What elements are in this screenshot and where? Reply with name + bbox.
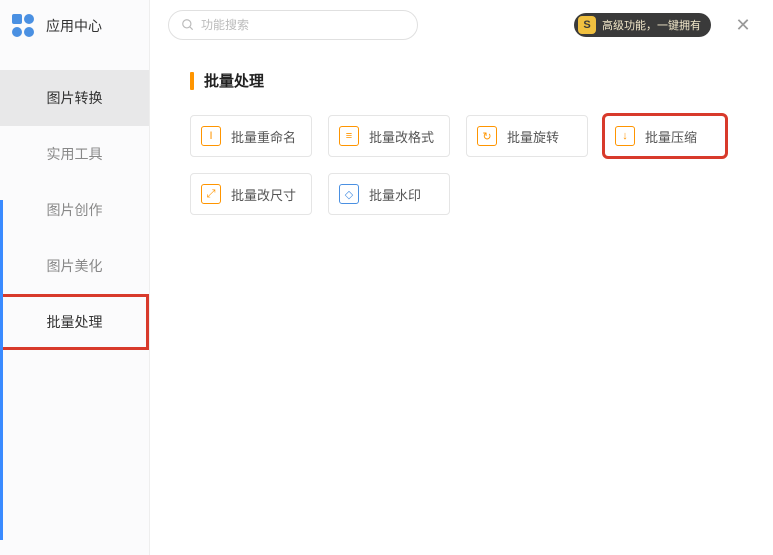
tile-batch-watermark[interactable]: ◇ 批量水印 bbox=[328, 173, 450, 215]
batch-watermark-icon: ◇ bbox=[339, 184, 359, 204]
promo-pill[interactable]: S 高级功能，一键拥有 bbox=[574, 13, 711, 37]
batch-format-icon: ≡ bbox=[339, 126, 359, 146]
tile-batch-rotate[interactable]: ↻ 批量旋转 bbox=[466, 115, 588, 157]
content: 批量处理 I 批量重命名 ≡ 批量改格式 ↻ 批量旋转 ↓ 批量压缩 ⤢ 批量改尺寸 ◇ 批量水印 bbox=[150, 50, 773, 235]
tile-label: 批量旋转 bbox=[507, 127, 559, 146]
batch-compress-icon: ↓ bbox=[615, 126, 635, 146]
tile-label: 批量改格式 bbox=[369, 127, 434, 146]
tile-label: 批量水印 bbox=[369, 185, 421, 204]
search-icon bbox=[181, 18, 195, 32]
sidebar: 应用中心 图片转换 实用工具 图片创作 图片美化 批量处理 bbox=[0, 0, 150, 555]
tile-label: 批量改尺寸 bbox=[231, 185, 296, 204]
close-icon: ✕ bbox=[735, 15, 750, 36]
sidebar-item-utilities[interactable]: 实用工具 bbox=[0, 126, 149, 182]
section-title: 批量处理 bbox=[190, 70, 733, 91]
batch-resize-icon: ⤢ bbox=[201, 184, 221, 204]
sidebar-item-image-create[interactable]: 图片创作 bbox=[0, 182, 149, 238]
search-box[interactable] bbox=[168, 10, 418, 40]
tile-grid: I 批量重命名 ≡ 批量改格式 ↻ 批量旋转 ↓ 批量压缩 ⤢ 批量改尺寸 ◇ 批量水印 bbox=[190, 115, 733, 215]
promo-badge-icon: S bbox=[578, 16, 596, 34]
close-button[interactable]: ✕ bbox=[731, 13, 755, 37]
tile-label: 批量压缩 bbox=[645, 127, 697, 146]
tile-batch-format[interactable]: ≡ 批量改格式 bbox=[328, 115, 450, 157]
sidebar-item-image-beautify[interactable]: 图片美化 bbox=[0, 238, 149, 294]
batch-rename-icon: I bbox=[201, 126, 221, 146]
main-area: S 高级功能，一键拥有 ✕ 批量处理 I 批量重命名 ≡ 批量改格式 ↻ 批量旋转 ↓ 批量压… bbox=[150, 0, 773, 555]
sidebar-item-image-convert[interactable]: 图片转换 bbox=[0, 70, 149, 126]
tile-batch-compress[interactable]: ↓ 批量压缩 bbox=[604, 115, 726, 157]
tile-batch-rename[interactable]: I 批量重命名 bbox=[190, 115, 312, 157]
topbar: S 高级功能，一键拥有 ✕ bbox=[150, 0, 773, 50]
sidebar-header: 应用中心 bbox=[0, 0, 149, 52]
section-title-text: 批量处理 bbox=[204, 70, 264, 91]
section-accent-bar bbox=[190, 72, 194, 90]
search-input[interactable] bbox=[201, 18, 405, 32]
promo-text: 高级功能，一键拥有 bbox=[602, 17, 701, 33]
tile-batch-resize[interactable]: ⤢ 批量改尺寸 bbox=[190, 173, 312, 215]
tile-label: 批量重命名 bbox=[231, 127, 296, 146]
sidebar-item-batch-processing[interactable]: 批量处理 bbox=[0, 294, 149, 350]
batch-rotate-icon: ↻ bbox=[477, 126, 497, 146]
sidebar-indicator bbox=[0, 200, 3, 540]
app-logo-icon bbox=[12, 14, 36, 38]
nav-list: 图片转换 实用工具 图片创作 图片美化 批量处理 bbox=[0, 70, 149, 350]
app-title: 应用中心 bbox=[46, 16, 102, 36]
